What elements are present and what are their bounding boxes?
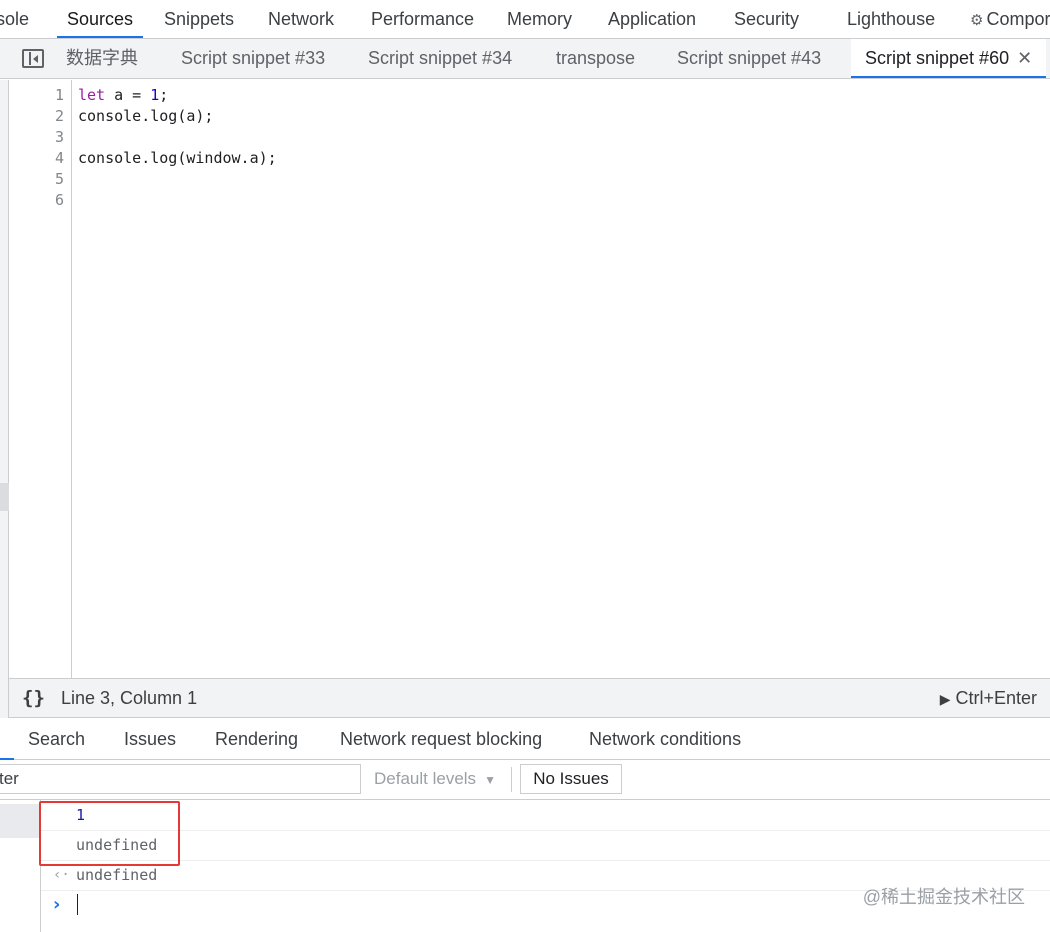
drawer-tab-network-request-blocking[interactable]: Network request blocking bbox=[340, 718, 542, 760]
code-line-2: console.log(a); bbox=[78, 107, 214, 125]
tab-performance[interactable]: Performance bbox=[371, 0, 474, 38]
line-number: 6 bbox=[54, 191, 64, 209]
drawer-tab-issues[interactable]: Issues bbox=[124, 718, 176, 760]
console-message: undefined bbox=[41, 831, 1050, 861]
tab-sources[interactable]: Sources bbox=[56, 0, 144, 38]
line-number: 5 bbox=[54, 170, 64, 188]
run-shortcut-label: Ctrl+Enter bbox=[955, 688, 1037, 708]
file-tab-snippet-33[interactable]: Script snippet #33 bbox=[181, 39, 325, 78]
toggle-navigator-icon[interactable] bbox=[22, 49, 44, 68]
play-icon: ▶ bbox=[939, 691, 951, 707]
drawer-tab-bar: Search Issues Rendering Network request … bbox=[0, 718, 1050, 760]
file-tab-transpose[interactable]: transpose bbox=[556, 39, 635, 78]
line-number: 2 bbox=[54, 107, 64, 125]
caret-down-icon: ▼ bbox=[484, 773, 496, 787]
code-line-1: let a = 1; bbox=[78, 85, 168, 106]
console-filter-bar: ter Default levels ▼ No Issues bbox=[0, 760, 1050, 800]
file-tab-snippet-34[interactable]: Script snippet #34 bbox=[368, 39, 512, 78]
code-editor[interactable]: 1 2 3 4 5 6 let a = 1; console.log(a); c… bbox=[9, 80, 1050, 678]
file-tab-snippet-60-label: Script snippet #60 bbox=[865, 48, 1010, 68]
line-number: 4 bbox=[54, 149, 64, 167]
console-sidebar-collapsed bbox=[0, 800, 41, 932]
code-text: a = bbox=[105, 86, 151, 104]
drawer-tab-network-conditions[interactable]: Network conditions bbox=[589, 718, 741, 760]
tab-components-label: Compor bbox=[986, 9, 1050, 29]
tab-security[interactable]: Security bbox=[734, 0, 799, 38]
drawer-tab-search[interactable]: Search bbox=[28, 718, 85, 760]
toolbar-divider bbox=[511, 767, 512, 792]
close-icon[interactable]: ✕ bbox=[1017, 48, 1032, 68]
code-number: 1 bbox=[150, 86, 160, 104]
issues-button[interactable]: No Issues bbox=[520, 764, 622, 794]
editor-status-bar: {} Line 3, Column 1 ▶ Ctrl+Enter bbox=[9, 678, 1050, 718]
navigator-scroll-marker bbox=[0, 483, 9, 511]
run-snippet-button[interactable]: ▶ Ctrl+Enter bbox=[940, 679, 1037, 717]
file-tab-snippet-43[interactable]: Script snippet #43 bbox=[677, 39, 821, 78]
gear-icon: ⚙ bbox=[970, 12, 984, 29]
tab-memory[interactable]: Memory bbox=[507, 0, 572, 38]
prompt-chevron-icon: › bbox=[53, 894, 61, 915]
console-filter-input[interactable]: ter bbox=[0, 764, 361, 794]
drawer-tab-rendering[interactable]: Rendering bbox=[215, 718, 298, 760]
console-sidebar-selection bbox=[0, 804, 41, 838]
cursor-position: Line 3, Column 1 bbox=[61, 688, 198, 708]
watermark: @稀土掘金技术社区 bbox=[862, 887, 1025, 907]
panel-tab-bar: sole Sources Snippets Network Performanc… bbox=[0, 0, 1050, 39]
tab-network[interactable]: Network bbox=[268, 0, 334, 38]
tab-lighthouse[interactable]: Lighthouse bbox=[847, 0, 935, 38]
editor-file-tabs: 数据字典 Script snippet #33 Script snippet #… bbox=[0, 39, 1050, 79]
pretty-print-icon[interactable]: {} bbox=[22, 687, 45, 709]
log-levels-dropdown[interactable]: Default levels ▼ bbox=[374, 760, 496, 798]
line-number-gutter: 1 2 3 4 5 6 bbox=[9, 80, 72, 678]
code-text: ; bbox=[159, 86, 169, 104]
line-number: 1 bbox=[54, 86, 64, 104]
text-cursor bbox=[77, 894, 78, 915]
tab-components[interactable]: ⚙ Compor bbox=[970, 0, 1050, 38]
file-tab-data-dictionary[interactable]: 数据字典 bbox=[66, 39, 138, 78]
file-tab-snippet-60[interactable]: Script snippet #60 ✕ bbox=[851, 39, 1047, 78]
log-levels-label: Default levels bbox=[374, 769, 477, 788]
code-line-4: console.log(window.a); bbox=[78, 149, 277, 167]
console-message: 1 bbox=[41, 801, 1050, 831]
annotation-highlight-box bbox=[39, 801, 180, 866]
code-keyword: let bbox=[78, 86, 106, 104]
tab-snippets[interactable]: Snippets bbox=[164, 0, 234, 38]
navigator-collapsed-strip bbox=[0, 80, 9, 718]
tab-application[interactable]: Application bbox=[608, 0, 696, 38]
tab-console[interactable]: sole bbox=[0, 0, 29, 38]
line-number: 3 bbox=[54, 128, 64, 146]
